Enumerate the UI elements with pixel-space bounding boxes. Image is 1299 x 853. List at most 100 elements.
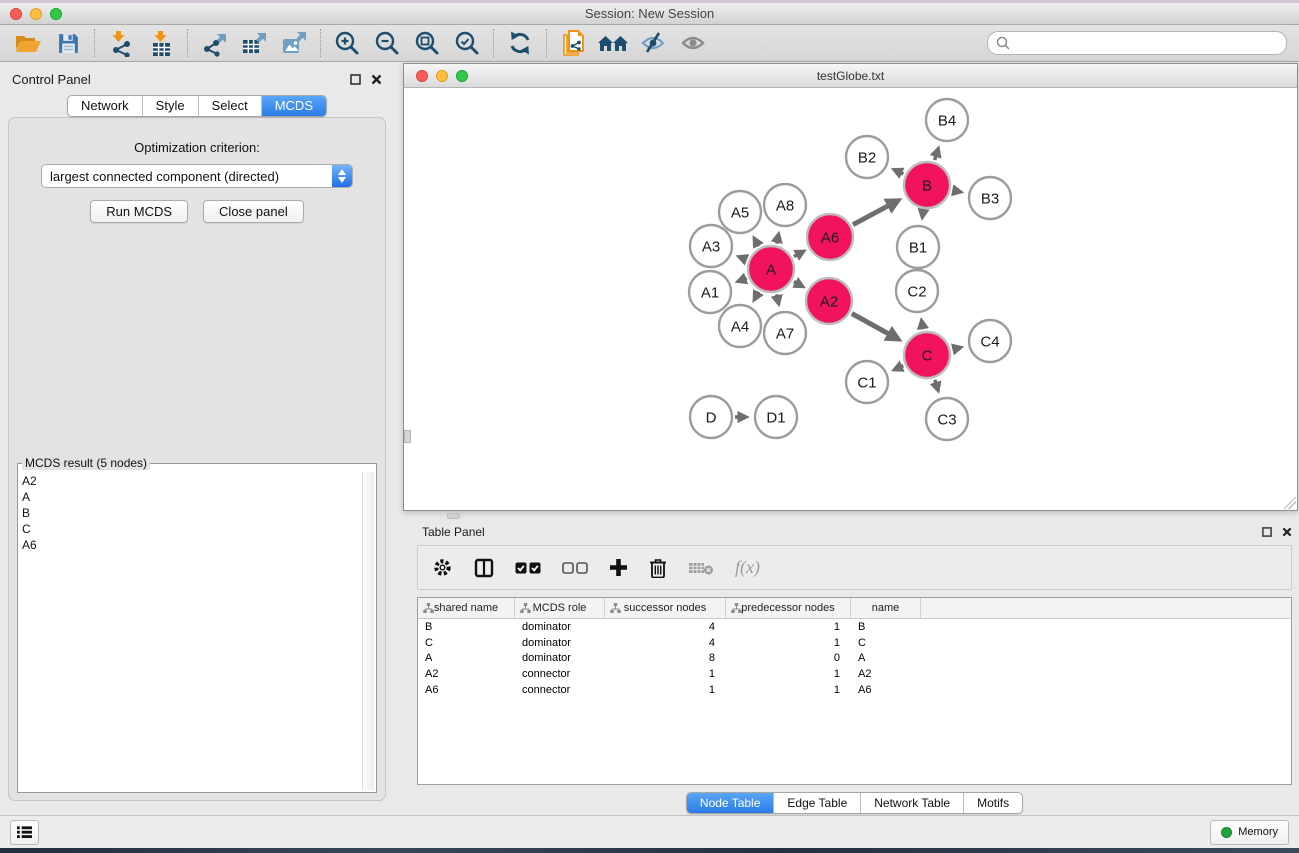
graph-edge-A-A7[interactable] xyxy=(777,294,779,303)
table-cell[interactable]: A6 xyxy=(851,684,921,696)
export-image-button[interactable] xyxy=(274,27,314,59)
graph-node-A2[interactable]: A2 xyxy=(806,278,852,324)
table-cell[interactable]: 1 xyxy=(605,668,726,680)
table-cell[interactable]: 1 xyxy=(726,684,851,696)
table-row[interactable]: Cdominator41C xyxy=(418,635,1291,651)
table-cell[interactable]: A xyxy=(418,652,515,664)
result-item[interactable]: A2 xyxy=(22,473,358,489)
network-canvas[interactable]: B4B2BB3A8A5A6A3B1AC2A1A2A4A7C4CC1C3DD1 xyxy=(404,88,1297,510)
result-item[interactable]: C xyxy=(22,521,358,537)
table-cell[interactable]: A2 xyxy=(418,668,515,680)
show-task-history-button[interactable] xyxy=(10,820,39,845)
graph-edge-C-C2[interactable] xyxy=(922,321,923,330)
table-cell[interactable]: 1 xyxy=(726,621,851,633)
graph-node-B2[interactable]: B2 xyxy=(846,136,888,178)
table-cell[interactable]: B xyxy=(418,621,515,633)
graph-node-A3[interactable]: A3 xyxy=(690,225,732,267)
graph-edge-C-C3[interactable] xyxy=(935,380,938,391)
graph-edge-A-A2[interactable] xyxy=(794,282,803,287)
export-table-button[interactable] xyxy=(234,27,274,59)
graph-node-C1[interactable]: C1 xyxy=(846,361,888,403)
table-cell[interactable]: C xyxy=(851,637,921,649)
column-header-shared-name[interactable]: shared name xyxy=(418,598,515,618)
table-row[interactable]: A2connector11A2 xyxy=(418,666,1291,682)
panel-grip[interactable] xyxy=(404,430,411,443)
graph-edge-A6-B[interactable] xyxy=(853,201,898,225)
unselect-all-columns-button[interactable] xyxy=(562,562,588,574)
table-row[interactable]: Bdominator41B xyxy=(418,619,1291,635)
graph-node-D[interactable]: D xyxy=(690,396,732,438)
search-field[interactable] xyxy=(987,31,1287,55)
graph-node-C[interactable]: C xyxy=(904,332,950,378)
memory-button[interactable]: Memory xyxy=(1210,820,1289,845)
graph-edge-B-B3[interactable] xyxy=(953,190,961,192)
new-network-from-selection-button[interactable] xyxy=(553,27,593,59)
tab-network-table[interactable]: Network Table xyxy=(860,793,963,813)
graph-node-A6[interactable]: A6 xyxy=(807,214,853,260)
graph-node-B3[interactable]: B3 xyxy=(969,177,1011,219)
import-network-button[interactable] xyxy=(101,27,141,59)
tab-select[interactable]: Select xyxy=(198,96,261,116)
table-cell[interactable]: 4 xyxy=(605,637,726,649)
table-cell[interactable]: 0 xyxy=(726,652,851,664)
show-columns-button[interactable] xyxy=(474,558,494,578)
save-session-button[interactable] xyxy=(48,27,88,59)
table-cell[interactable]: 1 xyxy=(605,684,726,696)
show-details-button[interactable] xyxy=(673,27,713,59)
criterion-dropdown[interactable]: largest connected component (directed) xyxy=(41,164,353,188)
table-row[interactable]: Adominator80A xyxy=(418,650,1291,666)
import-table-button[interactable] xyxy=(141,27,181,59)
float-panel-icon[interactable] xyxy=(350,74,361,85)
close-panel-icon[interactable] xyxy=(371,74,382,85)
tab-mcds[interactable]: MCDS xyxy=(261,96,326,116)
graph-edge-A-A5[interactable] xyxy=(754,238,758,246)
result-item[interactable]: A xyxy=(22,489,358,505)
graph-node-A4[interactable]: A4 xyxy=(719,305,761,347)
graph-node-A[interactable]: A xyxy=(748,246,794,292)
table-cell[interactable]: connector xyxy=(515,684,605,696)
table-cell[interactable]: 1 xyxy=(726,637,851,649)
graph-edge-C-C1[interactable] xyxy=(894,366,903,370)
graph-node-D1[interactable]: D1 xyxy=(755,396,797,438)
float-table-panel-icon[interactable] xyxy=(1262,527,1272,537)
table-cell[interactable]: C xyxy=(418,637,515,649)
column-header-successor-nodes[interactable]: successor nodes xyxy=(605,598,726,618)
graph-node-B1[interactable]: B1 xyxy=(897,226,939,268)
result-scrollbar[interactable] xyxy=(362,472,374,790)
graph-node-A1[interactable]: A1 xyxy=(689,271,731,313)
result-item[interactable]: B xyxy=(22,505,358,521)
graph-node-B4[interactable]: B4 xyxy=(926,99,968,141)
run-mcds-button[interactable]: Run MCDS xyxy=(90,200,188,223)
close-table-panel-icon[interactable] xyxy=(1282,527,1292,537)
tab-network[interactable]: Network xyxy=(68,96,142,116)
table-settings-button[interactable] xyxy=(432,557,453,578)
table-cell[interactable]: A6 xyxy=(418,684,515,696)
graph-node-C3[interactable]: C3 xyxy=(926,398,968,440)
graph-edge-A-A3[interactable] xyxy=(739,257,747,260)
window-resize-grip[interactable] xyxy=(1284,497,1296,509)
table-cell[interactable]: A xyxy=(851,652,921,664)
add-column-button[interactable] xyxy=(609,558,628,577)
delete-column-button[interactable] xyxy=(649,557,667,578)
graph-edge-C-C4[interactable] xyxy=(952,348,960,350)
graph-edge-B-B4[interactable] xyxy=(935,149,939,160)
column-header-mcds-role[interactable]: MCDS role xyxy=(515,598,605,618)
function-builder-button[interactable]: f(x) xyxy=(735,557,760,578)
graph-edge-A-A6[interactable] xyxy=(794,251,804,256)
column-header-predecessor-nodes[interactable]: predecessor nodes xyxy=(726,598,851,618)
zoom-fit-button[interactable] xyxy=(407,27,447,59)
table-cell[interactable]: dominator xyxy=(515,652,605,664)
graph-edge-A-A1[interactable] xyxy=(738,278,747,281)
graph-edge-A-A4[interactable] xyxy=(754,292,758,300)
table-cell[interactable]: A2 xyxy=(851,668,921,680)
result-item[interactable]: A6 xyxy=(22,537,358,553)
hide-details-button[interactable] xyxy=(633,27,673,59)
column-header-name[interactable]: name xyxy=(851,598,921,618)
tab-edge-table[interactable]: Edge Table xyxy=(773,793,860,813)
delete-table-button[interactable] xyxy=(688,560,714,576)
select-all-columns-button[interactable] xyxy=(515,562,541,574)
table-cell[interactable]: B xyxy=(851,621,921,633)
graph-edge-B-B2[interactable] xyxy=(894,170,903,174)
tab-style[interactable]: Style xyxy=(142,96,198,116)
zoom-selected-button[interactable] xyxy=(447,27,487,59)
